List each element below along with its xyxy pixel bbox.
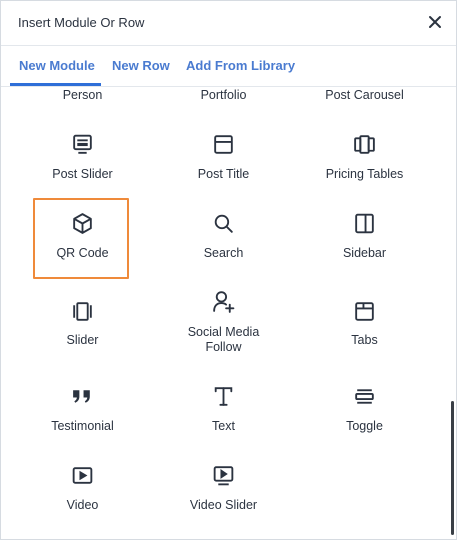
module-post-carousel[interactable]: Post Carousel (294, 87, 435, 107)
module-label: Post Carousel (325, 88, 404, 102)
module-text[interactable]: Text (153, 384, 294, 434)
module-label: Text (212, 419, 235, 433)
module-label: QR Code (56, 246, 109, 260)
module-grid: Person Portfolio Post Carousel Post Slid… (1, 87, 456, 539)
add-user-icon (211, 289, 236, 314)
module-pricing-tables[interactable]: Pricing Tables (294, 132, 435, 182)
scrollbar-thumb[interactable] (451, 401, 454, 535)
slider-icon (70, 299, 95, 324)
dialog-title: Insert Module Or Row (18, 15, 145, 30)
module-search[interactable]: Search (153, 211, 294, 261)
video-icon (70, 463, 95, 488)
module-label: Post Slider (52, 167, 113, 181)
module-toggle[interactable]: Toggle (294, 384, 435, 434)
module-slider[interactable]: Slider (12, 299, 153, 349)
post-title-icon (211, 132, 236, 157)
module-label: Person (62, 88, 103, 102)
module-qr-code[interactable]: QR Code (12, 211, 153, 261)
module-label: Portfolio (200, 88, 247, 102)
module-portfolio[interactable]: Portfolio (153, 87, 294, 107)
module-video-slider[interactable]: Video Slider (153, 463, 294, 513)
tabs-icon (352, 299, 377, 324)
module-label: Toggle (346, 419, 383, 433)
module-label: Social Media Follow (187, 325, 260, 354)
active-tab-indicator (10, 83, 101, 86)
toggle-icon (352, 384, 377, 409)
module-tabs[interactable]: Tabs (294, 299, 435, 349)
module-label: Search (203, 246, 244, 260)
module-label: Testimonial (51, 419, 114, 433)
module-testimonial[interactable]: Testimonial (12, 384, 153, 434)
module-social-media-follow[interactable]: Social Media Follow (153, 289, 294, 355)
tab-bar: New Module New Row Add From Library (1, 46, 456, 87)
insert-module-dialog: Insert Module Or Row New Module New Row … (0, 0, 457, 540)
tab-new-module[interactable]: New Module (19, 58, 95, 73)
module-sidebar[interactable]: Sidebar (294, 211, 435, 261)
dialog-header: Insert Module Or Row (1, 1, 456, 46)
close-icon[interactable] (427, 14, 443, 30)
tab-add-from-library[interactable]: Add From Library (186, 58, 295, 73)
module-label: Tabs (351, 333, 378, 347)
module-label: Post Title (197, 167, 250, 181)
search-icon (211, 211, 236, 236)
module-person[interactable]: Person (12, 87, 153, 107)
video-slider-icon (211, 463, 236, 488)
tab-new-row[interactable]: New Row (112, 58, 170, 73)
text-icon (211, 384, 236, 409)
module-label: Slider (66, 333, 99, 347)
sidebar-icon (352, 211, 377, 236)
module-label: Video Slider (189, 498, 258, 512)
post-slider-icon (70, 132, 95, 157)
module-label: Video (66, 498, 99, 512)
cube-icon (70, 211, 95, 236)
pricing-tables-icon (352, 132, 377, 157)
module-post-title[interactable]: Post Title (153, 132, 294, 182)
module-label: Sidebar (342, 246, 387, 260)
module-label: Pricing Tables (325, 167, 404, 181)
module-post-slider[interactable]: Post Slider (12, 132, 153, 182)
quote-icon (70, 384, 95, 409)
module-video[interactable]: Video (12, 463, 153, 513)
